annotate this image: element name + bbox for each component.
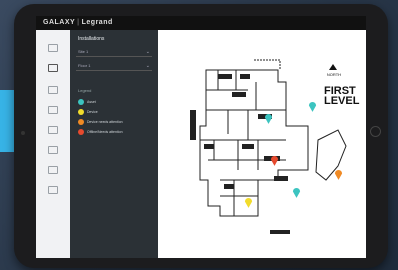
floor-plan-drawing — [190, 59, 347, 234]
warning-pin-icon[interactable] — [334, 168, 343, 180]
alerts-icon[interactable] — [48, 126, 58, 134]
map-icon[interactable] — [48, 64, 58, 72]
side-panel: Installations Site 1 ⌄ Floor 1 ⌄ Legend … — [70, 30, 158, 258]
brand-partner: Legrand — [81, 19, 113, 26]
legend-dot-icon — [78, 119, 84, 126]
legend-title: Legend — [78, 88, 92, 93]
floor-map[interactable]: NORTH FIRST LEVEL — [158, 30, 366, 258]
panel-title: Installations — [78, 36, 105, 42]
legend-dot-icon — [78, 109, 84, 116]
legend-label: Offline/Needs attention — [87, 130, 123, 134]
asset-pin-icon[interactable] — [308, 100, 317, 112]
reports-icon[interactable] — [48, 146, 58, 154]
legend-dot-icon — [78, 99, 84, 106]
asset-pin-icon[interactable] — [264, 112, 273, 124]
legend-item: Device — [78, 108, 98, 116]
home-button[interactable] — [370, 126, 381, 137]
legend-item: Offline/Needs attention — [78, 128, 123, 136]
alert-pin-icon[interactable] — [270, 154, 279, 166]
chevron-down-icon: ⌄ — [145, 49, 150, 55]
legend-label: Device needs attention — [87, 120, 123, 124]
site-select-value: Site 1 — [78, 49, 89, 54]
tablet-frame: GALAXY | Legrand Installations Site 1 ⌄ Fl… — [14, 4, 388, 268]
asset-pin-icon[interactable] — [292, 186, 301, 198]
users-icon[interactable] — [48, 166, 58, 174]
level-title: FIRST LEVEL — [324, 85, 360, 107]
camera-dot — [21, 131, 25, 135]
legend-dot-icon — [78, 129, 84, 136]
icon-rail — [36, 30, 70, 258]
site-select[interactable]: Site 1 ⌄ — [76, 48, 152, 57]
legend-label: Device — [87, 110, 98, 114]
home-icon[interactable] — [48, 44, 58, 52]
legend-label: Asset — [87, 100, 96, 104]
chevron-down-icon: ⌄ — [145, 63, 150, 69]
brand-name: GALAXY — [43, 19, 76, 26]
top-bar: GALAXY | Legrand — [36, 16, 366, 30]
legend-item: Device needs attention — [78, 118, 123, 126]
north-label: NORTH — [326, 72, 342, 77]
floor-select-value: Floor 1 — [78, 63, 91, 68]
settings-icon[interactable] — [48, 186, 58, 194]
legend-item: Asset — [78, 98, 96, 106]
app-screen: GALAXY | Legrand Installations Site 1 ⌄ Fl… — [36, 16, 366, 258]
device-pin-icon[interactable] — [244, 196, 253, 208]
floor-select[interactable]: Floor 1 ⌄ — [76, 62, 152, 71]
devices-icon[interactable] — [48, 86, 58, 94]
building-icon[interactable] — [48, 106, 58, 114]
brand-logo: GALAXY | Legrand — [43, 19, 113, 26]
